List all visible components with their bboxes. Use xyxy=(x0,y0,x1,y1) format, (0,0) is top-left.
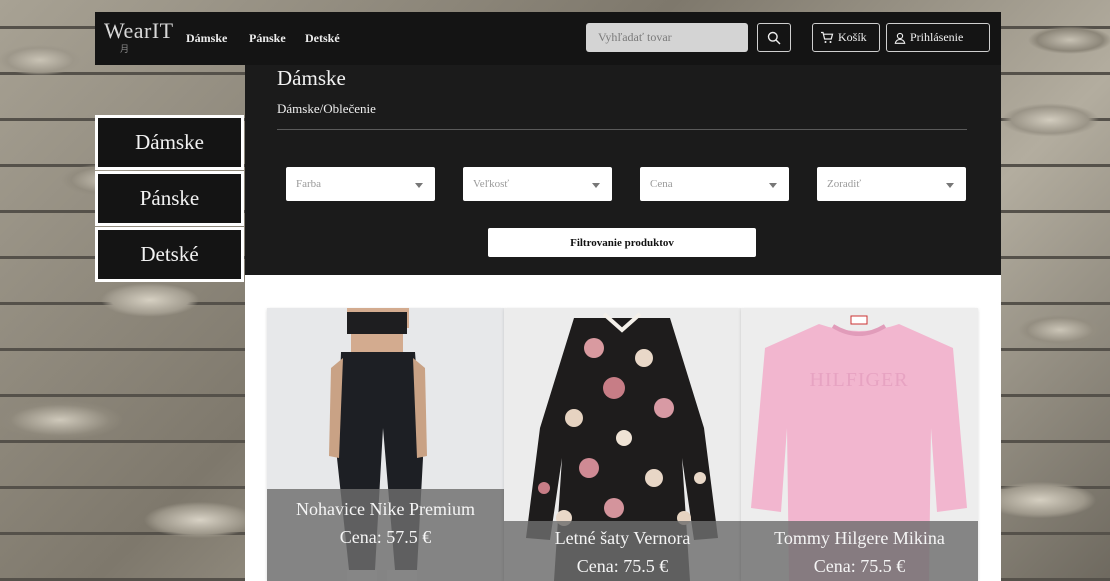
filter-select-sort[interactable]: Zoradiť xyxy=(817,167,966,201)
sidebar-item-damske[interactable]: Dámske xyxy=(95,115,244,170)
nav-link-detske[interactable]: Detské xyxy=(305,31,340,46)
nav-link-panske[interactable]: Pánske xyxy=(249,31,286,46)
product-caption: Letné šaty Vernora Cena: 75.5 € xyxy=(504,521,741,581)
filter-select-price[interactable]: Cena xyxy=(640,167,789,201)
chevron-down-icon xyxy=(415,183,423,188)
product-price: Cena: 75.5 € xyxy=(813,556,906,576)
product-card[interactable]: Nohavice Nike Premium Cena: 57.5 € xyxy=(267,308,504,581)
divider xyxy=(277,129,967,130)
chevron-down-icon xyxy=(769,183,777,188)
product-name: Letné šaty Vernora xyxy=(554,528,691,548)
login-button[interactable]: Prihlásenie xyxy=(886,23,990,52)
page-title: Dámske xyxy=(277,66,346,90)
filter-select-label: Veľkosť xyxy=(473,178,510,190)
svg-text:HILFIGER: HILFIGER xyxy=(809,369,908,391)
user-icon xyxy=(894,32,906,44)
logo[interactable]: WearIT xyxy=(104,18,174,44)
product-caption: Tommy Hilgere Mikina Cena: 75.5 € xyxy=(741,521,978,581)
product-price: Cena: 75.5 € xyxy=(576,556,669,576)
filter-select-size[interactable]: Veľkosť xyxy=(463,167,612,201)
cart-button[interactable]: Košík xyxy=(812,23,880,52)
cart-icon xyxy=(821,31,834,43)
product-card[interactable]: HILFIGER Tommy Hilgere Mikina Cena: 75.5… xyxy=(741,308,978,581)
filter-select-label: Farba xyxy=(296,178,322,190)
product-price: Cena: 57.5 € xyxy=(339,527,432,547)
search-input[interactable] xyxy=(586,23,748,52)
chevron-down-icon xyxy=(592,183,600,188)
product-name: Nohavice Nike Premium xyxy=(296,499,475,519)
sidebar-item-detske[interactable]: Detské xyxy=(95,227,244,282)
breadcrumb[interactable]: Dámske/Oblečenie xyxy=(277,101,376,117)
product-card[interactable]: Letné šaty Vernora Cena: 75.5 € xyxy=(504,308,741,581)
nav-link-damske[interactable]: Dámske xyxy=(186,31,227,46)
sidebar-item-panske[interactable]: Pánske xyxy=(95,171,244,226)
filter-products-button[interactable]: Filtrovanie produktov xyxy=(488,228,756,257)
filter-select-color[interactable]: Farba xyxy=(286,167,435,201)
search-button[interactable] xyxy=(757,23,791,52)
product-caption: Nohavice Nike Premium Cena: 57.5 € xyxy=(267,489,504,581)
filter-select-label: Zoradiť xyxy=(827,178,862,190)
login-label: Prihlásenie xyxy=(910,30,964,44)
filter-select-label: Cena xyxy=(650,178,673,190)
product-name: Tommy Hilgere Mikina xyxy=(774,528,945,548)
chevron-down-icon xyxy=(946,183,954,188)
cart-label: Košík xyxy=(838,30,867,44)
search-icon xyxy=(767,31,781,44)
logo-mark: 月 xyxy=(120,44,130,54)
